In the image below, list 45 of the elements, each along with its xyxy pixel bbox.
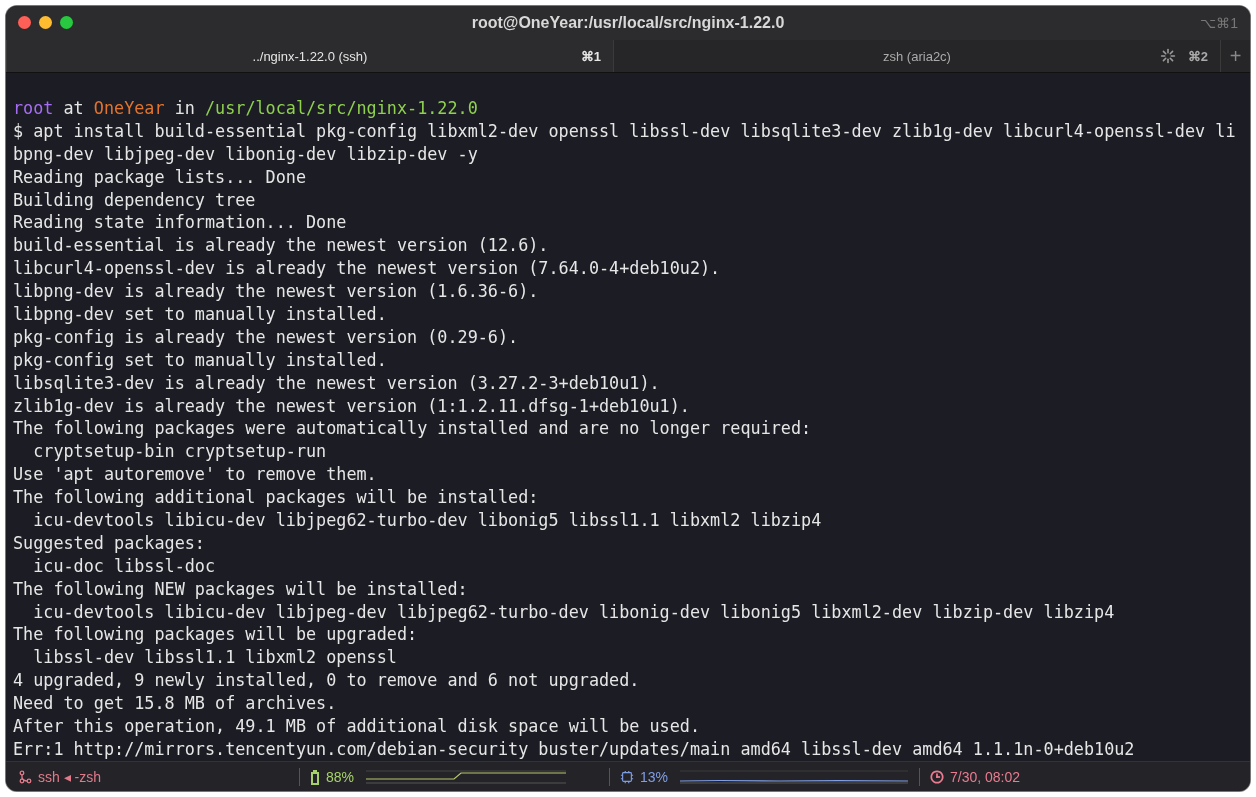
- terminal-line: Reading state information... Done: [13, 212, 347, 233]
- terminal-line: After this operation, 49.1 MB of additional disk space will be used.: [13, 716, 700, 737]
- prompt-user: root: [13, 98, 54, 118]
- terminal-line: pkg-config set to manually installed.: [13, 349, 387, 370]
- terminal-line: build-essential is already the newest version (12.6).: [13, 235, 549, 256]
- status-text: 88%: [326, 768, 355, 785]
- prompt-host: OneYear: [93, 98, 165, 118]
- terminal-line: libssl-dev libssl1.1 libxml2 openssl: [32, 647, 397, 668]
- status-text: ssh ◂ -zsh: [38, 768, 101, 785]
- window-title: root@OneYear:/usr/local/src/nginx-1.22.0: [471, 14, 785, 32]
- new-tab-button[interactable]: +: [1220, 40, 1250, 72]
- terminal-line: cryptsetup-bin cryptsetup-run: [32, 441, 327, 462]
- terminal-line: Err:1 http://mirrors.tencentyun.com/debian-security buster/updates/main amd64 libssl-dev amd64 1.1.1n-0+deb10u2: [13, 738, 1135, 759]
- zoom-button[interactable]: [60, 16, 73, 29]
- minimize-button[interactable]: [39, 16, 52, 29]
- terminal-line: The following packages were automatically installed and are no longer required:: [13, 418, 812, 439]
- terminal-line: icu-devtools libicu-dev libjpeg-dev libjpeg62-turbo-dev libonig-dev libonig5 libxml2-dev libzip-dev libzip4: [32, 601, 1115, 622]
- terminal-line: icu-devtools libicu-dev libjpeg62-turbo-dev libonig5 libssl1.1 libxml2 libzip4: [32, 510, 822, 531]
- status-text: 13%: [640, 768, 669, 785]
- tab[interactable]: ../nginx-1.22.0 (ssh) ⌘1: [6, 40, 613, 72]
- terminal-line: The following NEW packages will be installed:: [13, 578, 468, 599]
- terminal-line: icu-doc libssl-doc: [32, 555, 216, 576]
- terminal-line: $ apt install build-essential pkg-config libxml2-dev openssl libssl-dev libsqlite3-dev zlib1g-dev libcurl4-openssl-dev li: [13, 120, 1236, 141]
- terminal-line: Use 'apt autoremove' to remove them.: [13, 464, 377, 485]
- tab[interactable]: zsh (aria2c) ⌘2: [613, 40, 1220, 72]
- terminal-line: 4 upgraded, 9 newly installed, 0 to remove and 6 not upgraded.: [13, 670, 640, 691]
- terminal-line: Reading package lists... Done: [13, 166, 306, 187]
- terminal-line: The following packages will be upgraded:: [13, 624, 418, 645]
- terminal-line: libpng-dev is already the newest version (1.6.36-6).: [13, 281, 539, 302]
- close-button[interactable]: [18, 16, 31, 29]
- terminal-line: pkg-config is already the newest version (0.29-6).: [13, 326, 519, 347]
- terminal-line: libcurl4-openssl-dev is already the newest version (7.64.0-4+deb10u2).: [13, 258, 721, 279]
- terminal-line: Building dependency tree: [13, 189, 256, 210]
- terminal-line: Need to get 15.8 MB of archives.: [13, 693, 337, 714]
- terminal-line: zlib1g-dev is already the newest version (1:1.2.11.dfsg-1+deb10u1).: [13, 395, 690, 416]
- prompt-word: at: [63, 98, 84, 118]
- terminal-line: Suggested packages:: [13, 532, 205, 553]
- terminal-line: libpng-dev set to manually installed.: [13, 304, 387, 324]
- prompt-path: /usr/local/src/nginx-1.22.0: [204, 98, 478, 118]
- terminal-line: bpng-dev libjpeg-dev libonig-dev libzip-dev -y: [13, 143, 478, 164]
- shortcut-label: ⌥⌘1: [1200, 15, 1238, 31]
- terminal-line: libsqlite3-dev is already the newest version (3.27.2-3+deb10u1).: [13, 372, 660, 393]
- terminal-line: The following additional packages will be installed:: [13, 487, 539, 508]
- prompt-word: in: [174, 98, 195, 118]
- status-text: 7/30, 08:02: [950, 768, 1021, 785]
